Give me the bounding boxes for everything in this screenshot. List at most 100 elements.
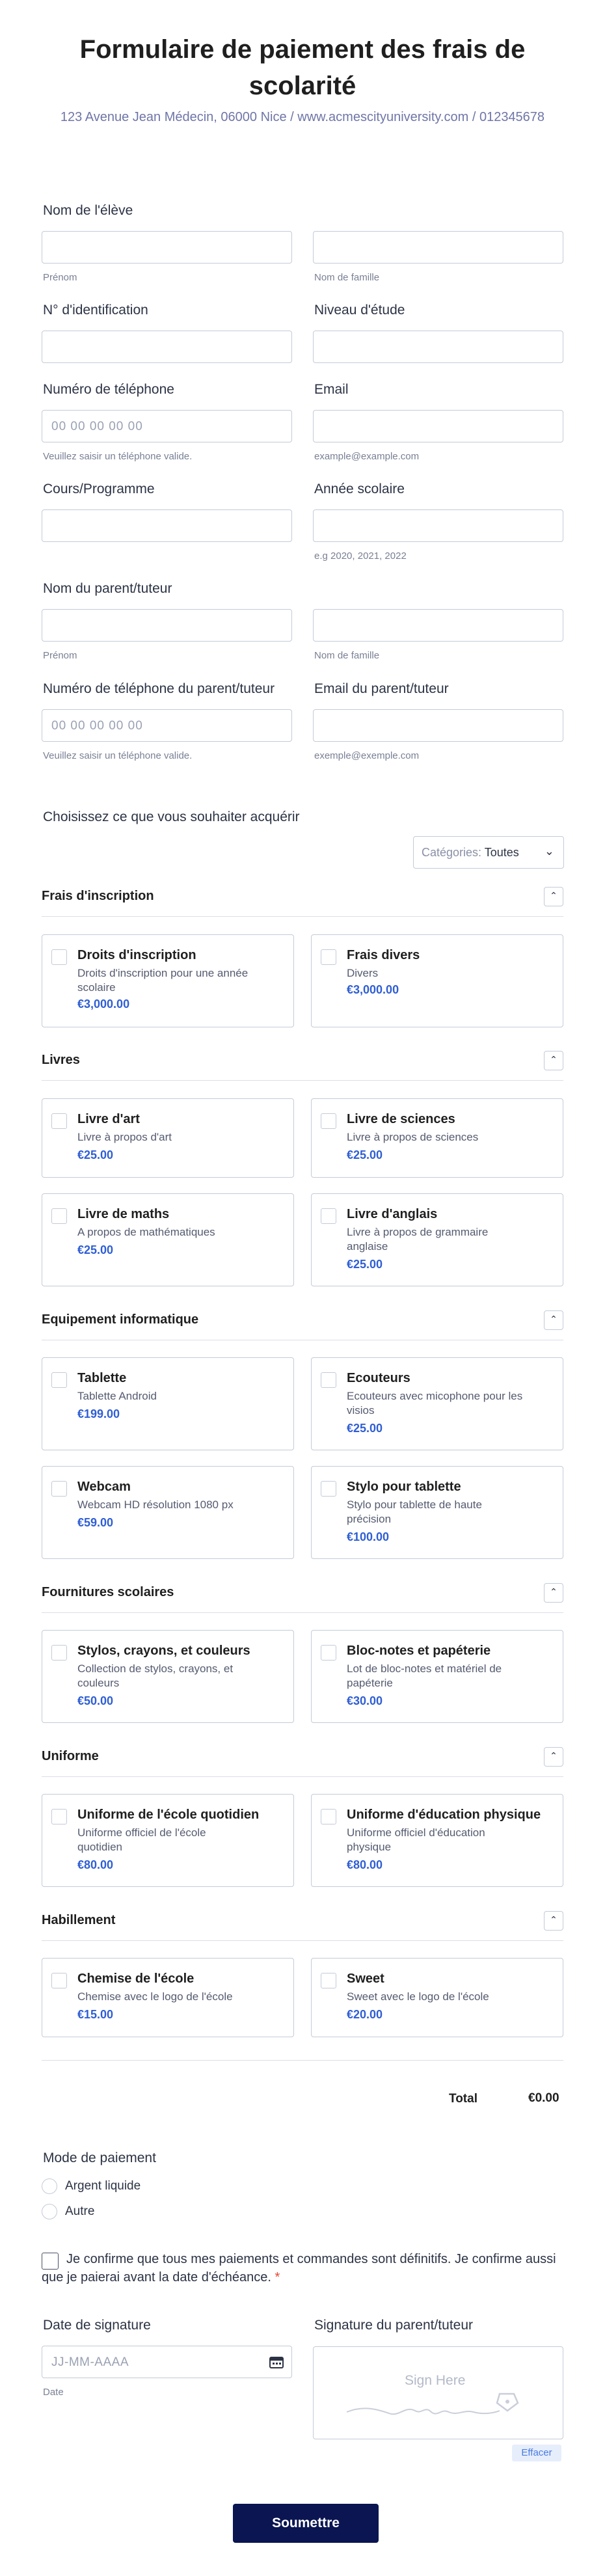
product-desc: Chemise avec le logo de l'école bbox=[77, 1990, 233, 2003]
collapse-button-equipement[interactable]: ⌃ bbox=[544, 1310, 563, 1330]
payment-radio-cash[interactable] bbox=[42, 2178, 57, 2194]
payment-radio-other[interactable] bbox=[42, 2204, 57, 2219]
parent-first-name-input[interactable] bbox=[42, 609, 292, 642]
product-card[interactable]: Chemise de l'école Chemise avec le logo … bbox=[42, 1958, 294, 2037]
product-checkbox[interactable] bbox=[51, 1809, 67, 1824]
collapse-button-uniforme[interactable]: ⌃ bbox=[544, 1747, 563, 1767]
payment-option-cash: Argent liquide bbox=[65, 2179, 141, 2193]
phone-sublabel: Veuillez saisir un téléphone valide. bbox=[43, 451, 193, 462]
product-price: €80.00 bbox=[347, 1858, 383, 1871]
product-card[interactable]: Sweet Sweet avec le logo de l'école €20.… bbox=[311, 1958, 563, 2037]
product-card[interactable]: Bloc-notes et papéterie Lot de bloc-note… bbox=[311, 1630, 563, 1723]
student-last-name-input[interactable] bbox=[313, 231, 563, 264]
email-input[interactable] bbox=[313, 410, 563, 442]
year-input[interactable] bbox=[313, 509, 563, 542]
payment-option-other: Autre bbox=[65, 2204, 95, 2218]
product-card[interactable]: Uniforme de l'école quotidien Uniforme o… bbox=[42, 1794, 294, 1887]
product-price: €20.00 bbox=[347, 2008, 383, 2021]
email-label: Email bbox=[314, 382, 349, 397]
product-desc: A propos de mathématiques bbox=[77, 1226, 215, 1238]
email-sublabel: example@example.com bbox=[314, 451, 420, 462]
product-card[interactable]: Stylos, crayons, et couleurs Collection … bbox=[42, 1630, 294, 1723]
collapse-button-habillement[interactable]: ⌃ bbox=[544, 1911, 563, 1931]
section-title-habillement: Habillement bbox=[42, 1913, 116, 1927]
product-checkbox[interactable] bbox=[321, 1208, 336, 1224]
id-input[interactable] bbox=[42, 331, 292, 363]
product-checkbox[interactable] bbox=[51, 1645, 67, 1661]
section-divider bbox=[42, 1776, 563, 1777]
collapse-button-fournitures[interactable]: ⌃ bbox=[544, 1583, 563, 1603]
product-card[interactable]: Droits d'inscription Droits d'inscriptio… bbox=[42, 934, 294, 1027]
product-price: €80.00 bbox=[77, 1858, 114, 1871]
product-card[interactable]: Livre d'anglais Livre à propos de gramma… bbox=[311, 1193, 563, 1286]
course-input[interactable] bbox=[42, 509, 292, 542]
product-desc: Collection de stylos, crayons, et couleu… bbox=[77, 1662, 234, 1689]
product-desc: Ecouteurs avec micophone pour les visios bbox=[347, 1390, 523, 1417]
product-name: Livre d'art bbox=[77, 1112, 140, 1126]
product-price: €25.00 bbox=[347, 1148, 383, 1161]
product-card[interactable]: Frais divers Divers €3,000.00 bbox=[311, 934, 563, 1027]
signature-pad[interactable]: Sign Here bbox=[313, 2346, 563, 2439]
payment-label: Mode de paiement bbox=[43, 2150, 156, 2165]
chevron-up-icon: ⌃ bbox=[550, 890, 558, 901]
course-label: Cours/Programme bbox=[43, 481, 155, 496]
product-name: Webcam bbox=[77, 1480, 131, 1494]
parent-phone-sublabel: Veuillez saisir un téléphone valide. bbox=[43, 750, 193, 761]
product-checkbox[interactable] bbox=[321, 1809, 336, 1824]
product-checkbox[interactable] bbox=[321, 1372, 336, 1388]
date-label: Date de signature bbox=[43, 2318, 151, 2333]
product-desc: Tablette Android bbox=[77, 1390, 157, 1402]
product-checkbox[interactable] bbox=[51, 1208, 67, 1224]
signature-scribble-icon bbox=[346, 2393, 519, 2415]
clear-signature-button[interactable]: Effacer bbox=[512, 2445, 561, 2461]
product-checkbox[interactable] bbox=[321, 1645, 336, 1661]
calendar-icon[interactable] bbox=[269, 2355, 284, 2368]
product-card[interactable]: Livre de sciences Livre à propos de scie… bbox=[311, 1098, 563, 1178]
submit-button[interactable]: Soumettre bbox=[233, 2504, 379, 2543]
product-desc: Livre à propos d'art bbox=[77, 1131, 172, 1143]
product-checkbox[interactable] bbox=[321, 949, 336, 965]
product-checkbox[interactable] bbox=[51, 1481, 67, 1497]
product-card[interactable]: Ecouteurs Ecouteurs avec micophone pour … bbox=[311, 1357, 563, 1450]
product-checkbox[interactable] bbox=[321, 1973, 336, 1988]
total-value: €0.00 bbox=[528, 2091, 559, 2105]
product-card[interactable]: Webcam Webcam HD résolution 1080 px €59.… bbox=[42, 1466, 294, 1559]
parent-last-name-input[interactable] bbox=[313, 609, 563, 642]
category-value: Toutes bbox=[484, 846, 519, 859]
product-card[interactable]: Tablette Tablette Android €199.00 bbox=[42, 1357, 294, 1450]
product-checkbox[interactable] bbox=[321, 1481, 336, 1497]
product-card[interactable]: Stylo pour tablette Stylo pour tablette … bbox=[311, 1466, 563, 1559]
section-divider bbox=[42, 1940, 563, 1941]
parent-email-input[interactable] bbox=[313, 709, 563, 742]
collapse-button-inscription[interactable]: ⌃ bbox=[544, 887, 563, 906]
product-price: €25.00 bbox=[347, 1258, 383, 1271]
product-desc: Sweet avec le logo de l'école bbox=[347, 1990, 489, 2003]
product-name: Uniforme d'éducation physique bbox=[347, 1808, 541, 1822]
product-checkbox[interactable] bbox=[51, 1113, 67, 1129]
signature-label: Signature du parent/tuteur bbox=[314, 2318, 474, 2333]
product-name: Stylo pour tablette bbox=[347, 1480, 461, 1494]
level-label: Niveau d'étude bbox=[314, 303, 405, 318]
student-first-name-input[interactable] bbox=[42, 231, 292, 264]
product-card[interactable]: Livre d'art Livre à propos d'art €25.00 bbox=[42, 1098, 294, 1178]
product-price: €199.00 bbox=[77, 1407, 120, 1420]
product-name: Livre d'anglais bbox=[347, 1207, 438, 1221]
product-card[interactable]: Uniforme d'éducation physique Uniforme o… bbox=[311, 1794, 563, 1887]
product-checkbox[interactable] bbox=[51, 1973, 67, 1988]
phone-input[interactable]: 00 00 00 00 00 bbox=[42, 410, 292, 442]
product-desc: Webcam HD résolution 1080 px bbox=[77, 1498, 234, 1511]
collapse-button-livres[interactable]: ⌃ bbox=[544, 1051, 563, 1070]
chevron-up-icon: ⌃ bbox=[550, 1914, 558, 1925]
form-card: Formulaire de paiement des frais de scol… bbox=[0, 0, 605, 2576]
product-checkbox[interactable] bbox=[51, 949, 67, 965]
level-input[interactable] bbox=[313, 331, 563, 363]
product-desc: Livre à propos de sciences bbox=[347, 1131, 479, 1143]
product-checkbox[interactable] bbox=[321, 1113, 336, 1129]
product-price: €25.00 bbox=[77, 1243, 114, 1256]
date-input[interactable]: JJ-MM-AAAA bbox=[42, 2346, 292, 2378]
product-card[interactable]: Livre de maths A propos de mathématiques… bbox=[42, 1193, 294, 1286]
student-first-name-sublabel: Prénom bbox=[43, 272, 77, 283]
product-checkbox[interactable] bbox=[51, 1372, 67, 1388]
parent-phone-input[interactable]: 00 00 00 00 00 bbox=[42, 709, 292, 742]
category-select[interactable]: Catégories: Toutes ⌄ bbox=[413, 836, 564, 869]
